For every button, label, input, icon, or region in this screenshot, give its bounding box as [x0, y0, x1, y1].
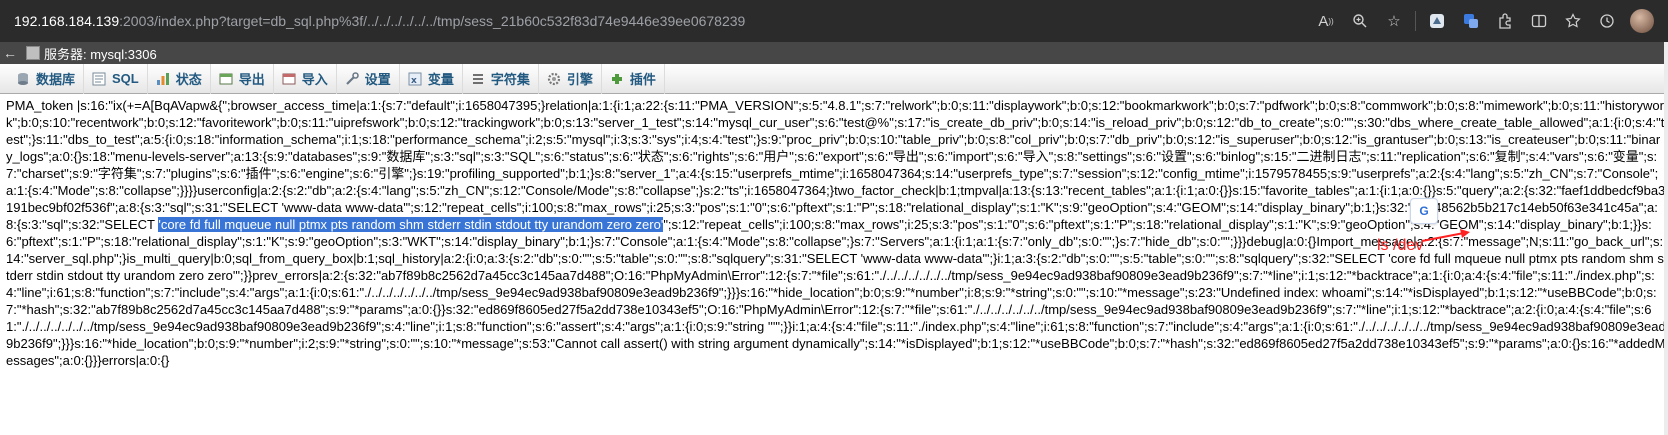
split-screen-icon[interactable]: [1522, 7, 1556, 35]
toolbar-separator: [1415, 11, 1416, 31]
tab-label: 插件: [629, 72, 656, 87]
server-bar: ← 服务器: mysql:3306: [0, 42, 1668, 64]
annotation-label: ls /dev: [1377, 237, 1424, 254]
tab-plugins[interactable]: 插件: [602, 63, 665, 94]
tab-label: 引擎: [566, 72, 593, 87]
sql-icon: [92, 72, 106, 86]
browser-address-bar: 192.168.184.139:2003/index.php?target=db…: [0, 0, 1668, 42]
database-icon: [16, 72, 30, 86]
tab-settings[interactable]: 设置: [337, 63, 400, 94]
server-label[interactable]: 服务器: mysql:3306: [44, 44, 157, 63]
annotation-arrow-icon: [1421, 229, 1470, 242]
tab-export[interactable]: 导出: [211, 63, 274, 94]
session-dump-text: PMA_token |s:16:"ix(+=A[BqAVapw&{";brows…: [6, 97, 1666, 369]
favorite-add-icon[interactable]: ☆: [1377, 7, 1411, 35]
extension-icon[interactable]: [1420, 7, 1454, 35]
tab-charset[interactable]: 字符集: [463, 63, 539, 94]
variables-icon: x: [408, 72, 422, 86]
import-icon: [282, 72, 296, 86]
tab-label: 导入: [301, 72, 328, 87]
server-icon: [26, 46, 40, 60]
favorites-icon[interactable]: [1556, 7, 1590, 35]
url-path: :2003/index.php?target=db_sql.php%3f/../…: [119, 13, 746, 29]
translate-selection-icon[interactable]: G: [1410, 198, 1438, 224]
back-arrow-icon[interactable]: ←: [0, 45, 20, 61]
charset-icon: [471, 72, 485, 86]
tab-status[interactable]: 状态: [148, 63, 211, 94]
tab-sql[interactable]: SQL: [84, 63, 148, 94]
tab-label: 状态: [175, 72, 202, 87]
tab-label: SQL: [112, 71, 139, 86]
tab-label: 数据库: [36, 72, 76, 87]
plugin-icon: [610, 72, 624, 86]
highlighted-selection: 'core fd full mqueue null ptmx pts rando…: [158, 217, 664, 232]
zoom-icon[interactable]: [1343, 7, 1377, 35]
engine-icon: [547, 72, 561, 86]
tab-databases[interactable]: 数据库: [8, 63, 85, 94]
profile-avatar[interactable]: [1630, 9, 1654, 33]
browser-toolbar: A)) ☆: [1309, 0, 1654, 42]
export-icon: [219, 72, 233, 86]
history-icon[interactable]: [1590, 7, 1624, 35]
status-icon: [156, 72, 170, 86]
scrollbar[interactable]: [1664, 42, 1668, 435]
extensions-icon[interactable]: [1488, 7, 1522, 35]
url-host: 192.168.184.139: [14, 13, 120, 29]
tab-label: 导出: [238, 72, 265, 87]
tab-import[interactable]: 导入: [274, 63, 337, 94]
url-field[interactable]: 192.168.184.139:2003/index.php?target=db…: [14, 0, 745, 42]
tab-variables[interactable]: x 变量: [400, 63, 463, 94]
read-aloud-icon[interactable]: A)): [1309, 7, 1343, 35]
settings-icon: [345, 71, 359, 86]
menu-tabs: 数据库 SQL 状态 导出 导入 设置 x 变量 字符集 引擎 插件: [0, 63, 1668, 94]
tab-label: 设置: [364, 72, 391, 87]
tab-label: 字符集: [490, 72, 530, 87]
tab-label: 变量: [427, 72, 454, 87]
tab-engines[interactable]: 引擎: [539, 63, 602, 94]
translate-icon[interactable]: [1454, 7, 1488, 35]
svg-text:x: x: [411, 76, 417, 86]
